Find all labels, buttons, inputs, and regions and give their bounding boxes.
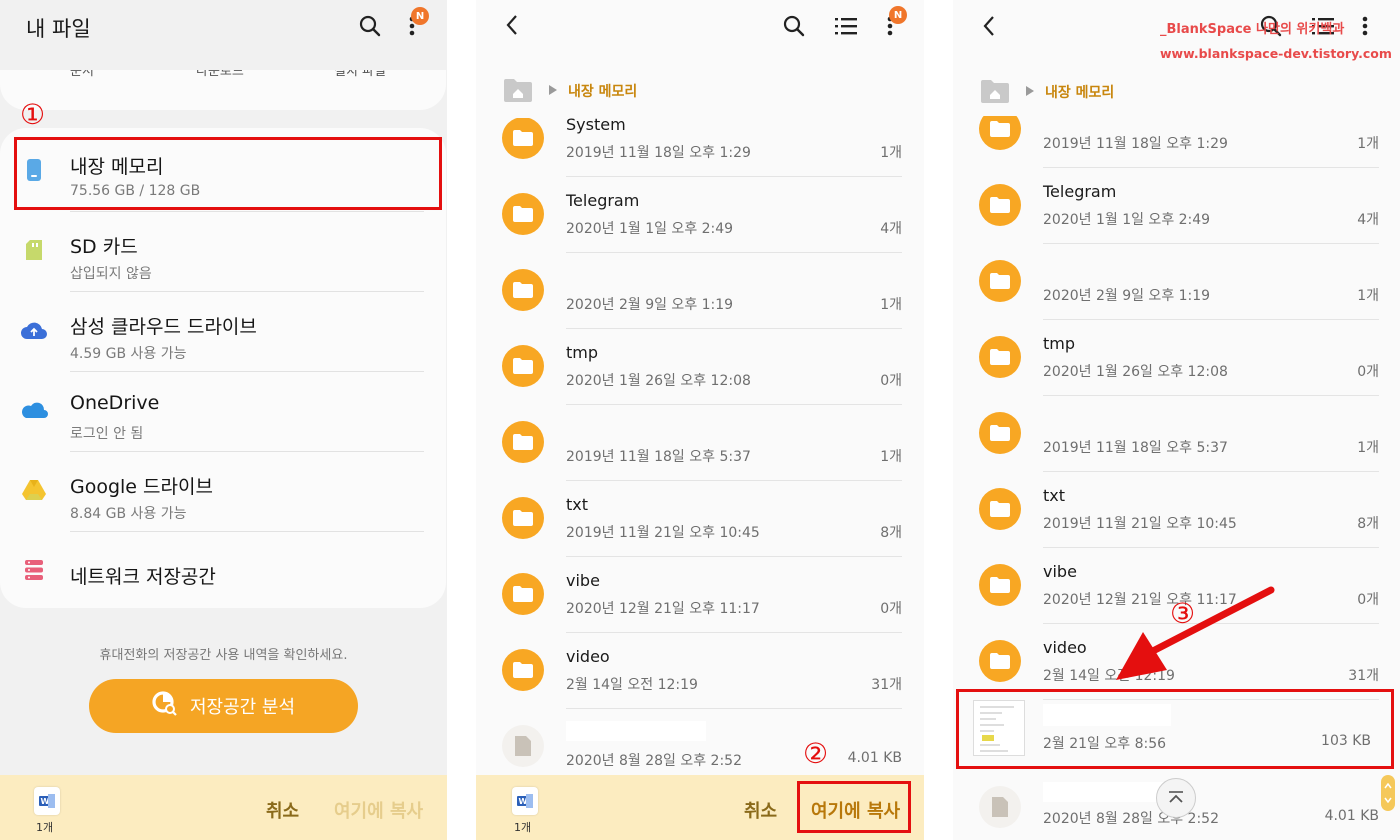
- copy-here-button[interactable]: 여기에 복사: [334, 797, 423, 823]
- item-count: 0개: [880, 373, 902, 389]
- folder-name: tmp: [566, 343, 599, 362]
- folder-date: 2020년 1월 1일 오후 2:49: [566, 221, 734, 237]
- list-view-icon[interactable]: [832, 12, 860, 40]
- storage-subtitle: 4.59 GB 사용 가능: [70, 346, 187, 362]
- notification-badge: N: [411, 7, 429, 25]
- folder-date: 2월 14일 오전 12:19: [566, 677, 698, 693]
- tab-install-files[interactable]: 설치 파일: [334, 70, 386, 79]
- redacted-filename: [566, 721, 706, 741]
- file-date: 2020년 8월 28일 오후 2:52: [566, 753, 742, 769]
- storage-item-onedrive[interactable]: OneDrive 로그인 안 됨: [0, 372, 446, 452]
- step-marker-1: ①: [20, 98, 46, 131]
- storage-analysis-icon: [152, 690, 178, 722]
- list-item-folder[interactable]: 2020년 2월 9일 오후 1:19 1개: [476, 253, 924, 329]
- folder-date: 2020년 2월 9일 오후 1:19: [566, 297, 734, 313]
- breadcrumb-current[interactable]: 내장 메모리: [568, 81, 637, 101]
- notification-badge: N: [889, 6, 907, 24]
- storage-title: Google 드라이브: [70, 476, 213, 498]
- tab-documents[interactable]: 문서: [70, 70, 94, 79]
- list-item-folder[interactable]: tmp 2020년 1월 26일 오후 12:08 0개: [476, 329, 924, 405]
- storage-title: SD 카드: [70, 236, 138, 258]
- storage-subtitle: 삽입되지 않음: [70, 266, 152, 282]
- folder-date: 2019년 11월 21일 오후 10:45: [566, 525, 760, 541]
- my-files-panel: 내 파일 N 문서 다운로드 설치 파일 ① 내장 메모리 75.56 GB /…: [0, 0, 447, 840]
- item-count: 1개: [880, 449, 902, 465]
- folder-icon: [502, 269, 544, 311]
- list-item-folder[interactable]: txt 2019년 11월 21일 오후 10:45 8개: [476, 481, 924, 557]
- folder-icon: [502, 117, 544, 159]
- header-mask: [476, 104, 924, 118]
- network-storage-icon: [20, 556, 48, 584]
- search-icon[interactable]: [356, 12, 384, 40]
- annotation-arrow: [1116, 586, 1275, 680]
- file-size: 4.01 KB: [847, 750, 902, 766]
- item-count: 0개: [880, 601, 902, 617]
- storage-item-samsung-cloud[interactable]: 삼성 클라우드 드라이브 4.59 GB 사용 가능: [0, 292, 446, 372]
- folder-name: Telegram: [566, 191, 640, 210]
- search-icon[interactable]: [780, 12, 808, 40]
- folder-date: 2020년 12월 21일 오후 11:17: [566, 601, 760, 617]
- list-item-folder[interactable]: vibe 2020년 12월 21일 오후 11:17 0개: [476, 557, 924, 633]
- storage-item-network[interactable]: 네트워크 저장공간: [0, 532, 446, 612]
- list-item-file[interactable]: 2020년 8월 28일 오후 2:52 4.01 KB: [476, 709, 924, 785]
- highlight-box: [797, 781, 911, 833]
- item-count: 8개: [880, 525, 902, 541]
- page-title: 내 파일: [26, 17, 91, 41]
- back-arrow-icon[interactable]: [498, 11, 526, 39]
- list-item-folder[interactable]: 2019년 11월 18일 오후 5:37 1개: [476, 405, 924, 481]
- storage-subtitle: 8.84 GB 사용 가능: [70, 506, 187, 522]
- tab-downloads[interactable]: 다운로드: [196, 70, 244, 79]
- storage-title: OneDrive: [70, 392, 160, 414]
- storage-title: 네트워크 저장공간: [70, 566, 216, 588]
- breadcrumb-arrow-icon: [549, 85, 557, 95]
- folder-name: video: [566, 647, 610, 666]
- google-drive-icon: [20, 476, 48, 504]
- analyze-label: 저장공간 분석: [189, 697, 296, 718]
- cancel-button[interactable]: 취소: [266, 797, 299, 823]
- selected-count: 1개: [36, 821, 54, 834]
- storage-hint-text: 휴대전화의 저장공간 사용 내역을 확인하세요.: [99, 648, 348, 663]
- folder-icon: [502, 193, 544, 235]
- selected-count: 1개: [514, 821, 532, 834]
- sd-card-icon: [20, 236, 48, 264]
- step-marker-2: ②: [803, 737, 829, 770]
- folder-date: 2019년 11월 18일 오후 5:37: [566, 449, 751, 465]
- word-file-icon: W: [512, 787, 538, 815]
- item-count: 4개: [880, 221, 902, 237]
- analyze-storage-button[interactable]: 저장공간 분석: [89, 679, 358, 733]
- folder-date: 2020년 1월 26일 오후 12:08: [566, 373, 751, 389]
- folder-name: txt: [566, 495, 589, 514]
- cancel-button[interactable]: 취소: [744, 797, 777, 823]
- folder-icon: [502, 497, 544, 539]
- item-count: 1개: [880, 297, 902, 313]
- item-count: 1개: [880, 145, 902, 161]
- result-panel: _BlankSpace 나만의 위키백과 www.blankspace-dev.…: [953, 0, 1400, 840]
- internal-storage-panel: N 내장 메모리 System 2019년 11월 18일 오후 1:29 1개 Te…: [476, 0, 924, 840]
- storage-subtitle: 로그인 안 됨: [70, 426, 144, 442]
- bottom-bar: W 1개 취소 여기에 복사: [0, 775, 447, 840]
- file-icon: [502, 725, 544, 767]
- category-tabs: 문서 다운로드 설치 파일: [0, 70, 446, 110]
- folder-icon: [502, 345, 544, 387]
- highlight-box: [14, 137, 442, 210]
- folder-icon: [502, 421, 544, 463]
- storage-item-sd-card[interactable]: SD 카드 삽입되지 않음: [0, 212, 446, 292]
- storage-item-google-drive[interactable]: Google 드라이브 8.84 GB 사용 가능: [0, 452, 446, 532]
- folder-date: 2019년 11월 18일 오후 1:29: [566, 145, 751, 161]
- folder-icon: [502, 573, 544, 615]
- onedrive-icon: [20, 396, 48, 424]
- item-count: 31개: [871, 677, 902, 693]
- folder-name: vibe: [566, 571, 600, 590]
- step-marker-3: ③: [1170, 597, 1196, 630]
- list-item-folder[interactable]: Telegram 2020년 1월 1일 오후 2:49 4개: [476, 177, 924, 253]
- folder-icon: [502, 649, 544, 691]
- home-folder-icon[interactable]: [504, 78, 532, 102]
- list-item-folder[interactable]: video 2월 14일 오전 12:19 31개: [476, 633, 924, 709]
- storage-title: 삼성 클라우드 드라이브: [70, 316, 257, 338]
- samsung-cloud-icon: [20, 316, 48, 344]
- word-file-icon: W: [34, 787, 60, 815]
